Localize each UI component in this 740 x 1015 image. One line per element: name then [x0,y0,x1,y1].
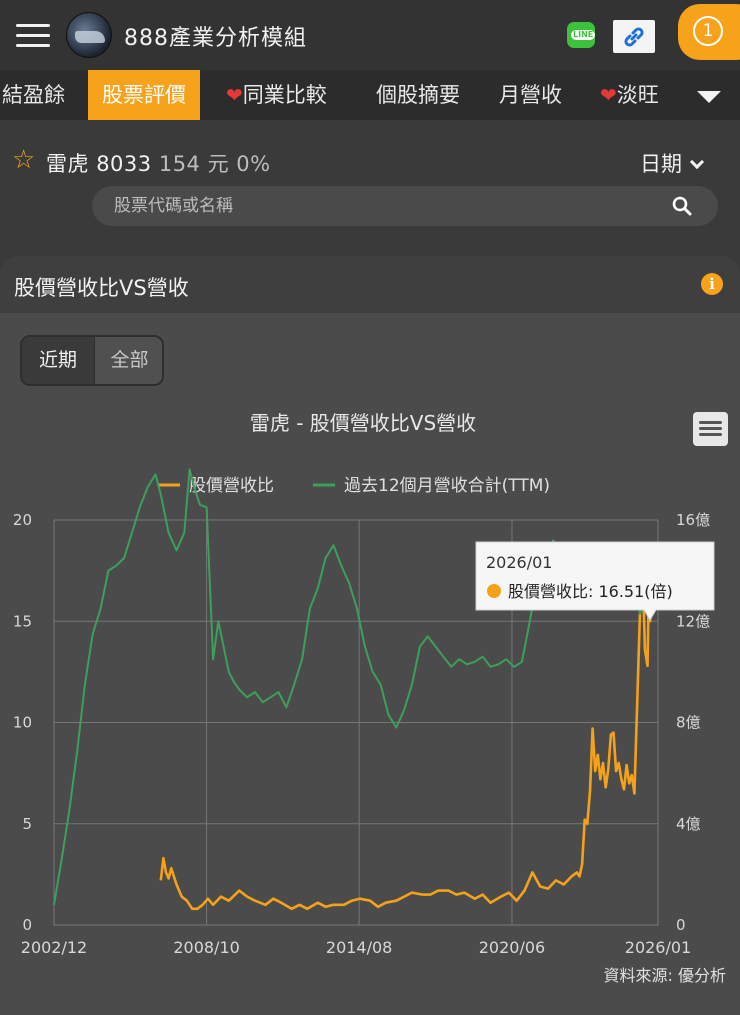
stock-change: 0% [236,152,271,176]
search-icon[interactable] [672,196,692,216]
panel-header: 股價營收比VS營收 i [0,256,740,313]
x-tick-label: 2008/10 [173,938,239,956]
tab-summary[interactable]: 個股摘要 [376,70,460,120]
tab-peer-comparison[interactable]: ❤同業比較 [226,70,327,120]
x-tick-label: 2002/12 [21,938,87,956]
chevron-down-icon [689,154,705,170]
y-right-tick-label: 4億 [676,815,701,833]
y-right-tick-label: 8億 [676,714,701,732]
app-title: 888產業分析模組 [124,26,307,51]
legend-label-0: 股價營收比 [189,476,274,496]
stock-header: ☆ 雷虎 8033 154 元 0% 日期 [0,140,740,180]
tabs-more-icon[interactable] [688,70,740,120]
tab-bar: 結盈餘 股票評價 ❤同業比較 個股摘要 月營收 ❤淡旺 [0,70,740,120]
date-selector[interactable]: 日期 [640,148,705,178]
line-share-icon[interactable]: LINE [567,22,596,48]
notification-badge[interactable]: 1 [678,4,740,60]
x-tick-label: 2014/08 [326,938,392,956]
y-right-tick-label: 0 [676,916,686,934]
tab-monthly-revenue[interactable]: 月營收 [499,70,562,120]
app-logo [66,12,112,58]
y-left-tick-label: 15 [13,612,32,630]
y-right-tick-label: 16億 [676,511,710,529]
menu-icon[interactable] [16,24,50,47]
data-source: 資料來源: 優分析 [603,966,726,985]
stock-info: 雷虎 8033 154 元 0% [46,148,271,178]
range-recent-button[interactable]: 近期 [22,337,94,384]
search-input[interactable] [114,194,634,218]
tab-seasonality[interactable]: ❤淡旺 [600,70,659,120]
tooltip-value: 股價營收比: 16.51(倍) [508,582,673,601]
stock-price: 154 元 [158,152,230,176]
y-right-tick-label: 12億 [676,612,710,630]
y-left-tick-label: 10 [13,714,32,732]
y-left-tick-label: 20 [13,511,32,529]
search-bar [92,186,718,226]
y-left-tick-label: 5 [22,815,32,833]
heart-icon: ❤ [226,83,243,107]
tab-earnings[interactable]: 結盈餘 [2,70,65,120]
series-line-1 [53,468,659,905]
info-icon[interactable]: i [701,273,723,295]
stock-code: 8033 [96,152,152,176]
range-all-button[interactable]: 全部 [94,337,162,384]
x-tick-label: 2020/06 [479,938,545,956]
stock-name: 雷虎 [46,152,89,176]
chart-canvas: 雷虎 - 股價營收比VS營收股價營收比 過去12個月營收合計(TTM) 0 5 10 15… [13,411,715,956]
tab-valuation[interactable]: 股票評價 [88,70,200,120]
chart-title: 雷虎 - 股價營收比VS營收 [250,411,476,435]
x-tick-label: 2026/01 [625,938,691,956]
legend-label-1: 過去12個月營收合計(TTM) [344,476,550,496]
copy-link-icon[interactable] [613,20,655,53]
tooltip-swatch [487,584,501,598]
panel-title: 股價營收比VS營收 [14,276,189,300]
favorite-star-icon[interactable]: ☆ [12,146,35,174]
range-toggle: 近期 全部 [20,335,164,386]
chart-panel: 股價營收比VS營收 i 近期 全部 雷虎 - 股價營收比VS營收股價營收比 過去1… [0,256,740,1015]
top-bar: 888產業分析模組 LINE 1 [0,0,740,70]
y-left-tick-label: 0 [22,916,32,934]
tooltip-date: 2026/01 [486,553,552,572]
heart-icon: ❤ [600,83,617,107]
